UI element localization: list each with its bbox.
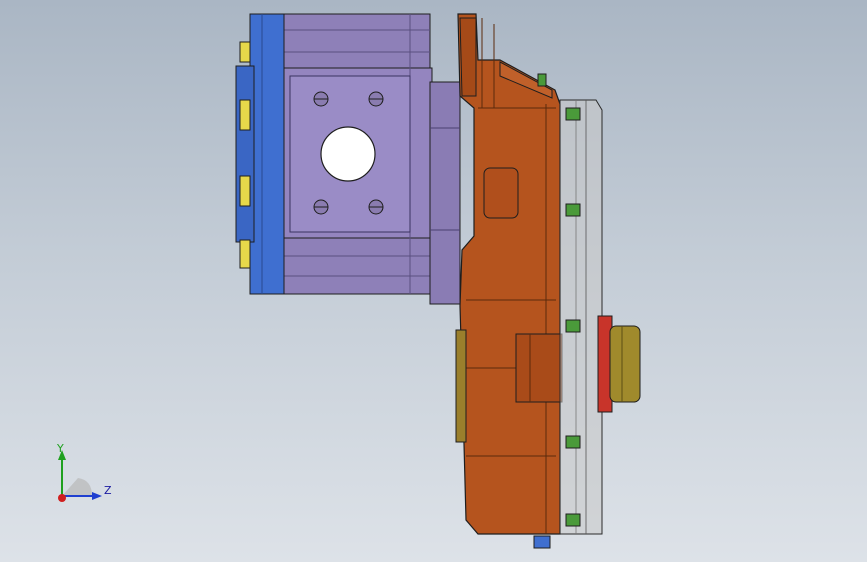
- triad-xz-plane: [62, 478, 92, 496]
- triad-y-label: Y: [57, 442, 64, 455]
- gearbox-housing[interactable]: [457, 13, 563, 535]
- side-cover[interactable]: [559, 99, 603, 535]
- housing-side-plate: [455, 329, 467, 443]
- output-shaft[interactable]: [609, 325, 641, 403]
- drain-plug: [533, 535, 551, 549]
- housing-boss-lower: [515, 333, 563, 403]
- triad-z-label: Z: [104, 484, 112, 497]
- breather-fitting: [537, 73, 547, 87]
- pump-adapter: [429, 81, 461, 305]
- housing-boss-upper: [483, 167, 519, 219]
- triad-x-axis: [58, 494, 66, 502]
- coordinate-triad: Y Z: [48, 442, 118, 512]
- pump-body-bottom-section: [281, 237, 431, 295]
- triad-z-arrow: [92, 492, 102, 500]
- gear-pump-model[interactable]: [0, 0, 867, 562]
- pump-body[interactable]: [281, 13, 461, 305]
- cad-viewport[interactable]: Y Z: [0, 0, 867, 562]
- port-hole: [320, 126, 376, 182]
- pump-body-top-section: [281, 13, 431, 71]
